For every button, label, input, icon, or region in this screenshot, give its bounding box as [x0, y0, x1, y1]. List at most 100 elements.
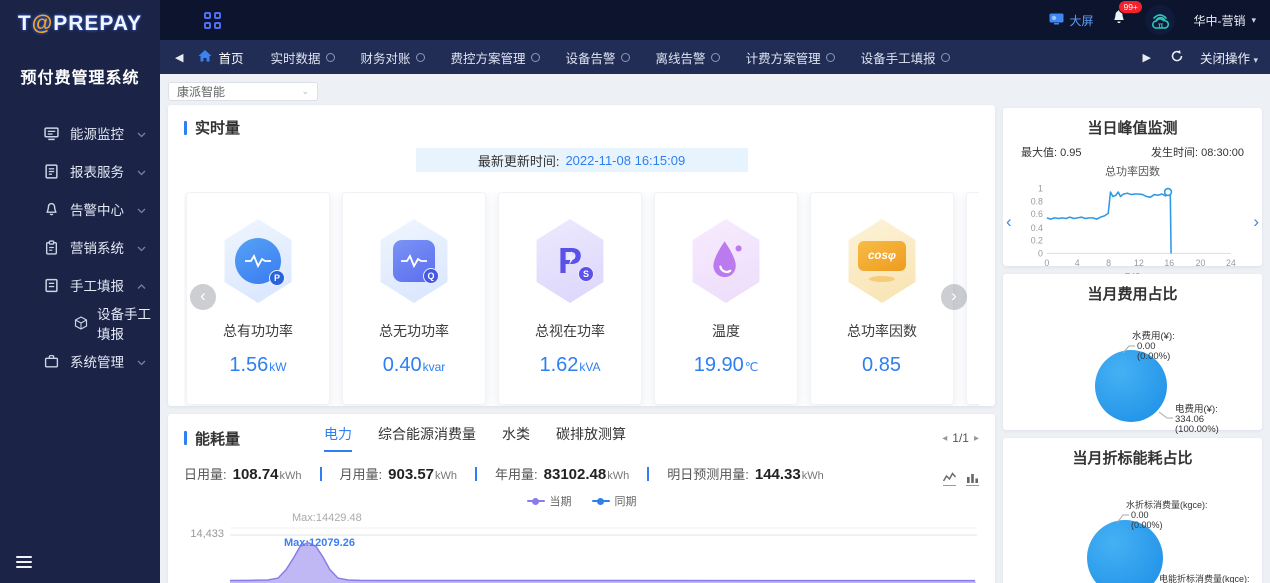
temperature-icon — [692, 219, 760, 303]
legend-current-period[interactable]: 当期 — [526, 493, 572, 509]
svg-text:0: 0 — [1044, 258, 1049, 268]
chevron-down-icon: ⌄ — [301, 86, 309, 96]
peak-next-arrow[interactable]: › — [1253, 212, 1259, 232]
big-screen-button[interactable]: 大屏 — [1049, 12, 1093, 29]
tab-label: 财务对账 — [360, 51, 411, 66]
metric-card-temperature: 温度 19.90℃ — [654, 192, 798, 405]
svg-text:0.6: 0.6 — [1030, 209, 1042, 219]
left-column: 康派智能 ⌄ 实时量 最新更新时间: 2022-11-08 16:15:09 P… — [168, 82, 995, 583]
tab-close-icon[interactable] — [710, 52, 720, 62]
section-accent-bar — [184, 120, 187, 135]
energy-pagination: ◂ 1/1 ▸ — [942, 431, 979, 445]
tab-close-icon[interactable] — [530, 52, 540, 62]
avatar[interactable]: π — [1145, 5, 1176, 35]
content: 康派智能 ⌄ 实时量 最新更新时间: 2022-11-08 16:15:09 P… — [160, 74, 1270, 583]
page-prev-icon[interactable]: ◂ — [942, 433, 947, 444]
home-icon — [198, 49, 212, 65]
coal-ratio-panel: 当月折标能耗占比 水折标消费量(kgce): 0.00 (0.00%) 电能折标… — [1003, 438, 1262, 583]
chevron-down-icon — [137, 164, 146, 179]
peak-stats: 最大值: 0.95 发生时间: 08:30:00 — [1013, 144, 1252, 160]
stat-divider — [319, 466, 322, 481]
metric-unit: ℃ — [744, 360, 759, 374]
user-name: 华中-营销 — [1193, 13, 1246, 28]
carousel-right-arrow[interactable]: › — [941, 284, 967, 310]
tab-close-icon[interactable] — [825, 52, 835, 62]
energy-tab-comprehensive[interactable]: 综合能源消费量 — [378, 424, 476, 452]
metric-label: 总无功功率 — [379, 323, 449, 339]
stat-monthly: 月用量: 903.57 kWh — [339, 466, 458, 483]
svg-text:0.4: 0.4 — [1030, 223, 1042, 233]
energy-tab-carbon[interactable]: 碳排放测算 — [556, 424, 626, 452]
tab-close-icon[interactable] — [940, 52, 950, 62]
update-time-label: 最新更新时间: — [477, 153, 560, 169]
svg-text:20: 20 — [1195, 258, 1205, 268]
chart-legend: 当期 同期 — [184, 493, 979, 509]
clipboard-icon — [44, 239, 59, 255]
sidebar-subitem-device-manual-entry[interactable]: 设备手工填报 — [0, 304, 160, 342]
sidebar-item-energy-monitor[interactable]: 能源监控 — [0, 114, 160, 152]
line-chart-icon[interactable] — [943, 472, 956, 486]
sidebar-item-label: 报表服务 — [70, 165, 124, 180]
tab-home[interactable]: 首页 — [198, 48, 243, 67]
update-time-banner: 最新更新时间: 2022-11-08 16:15:09 — [415, 148, 748, 172]
energy-tab-electricity[interactable]: 电力 — [324, 424, 353, 452]
tab-label: 设备手工填报 — [860, 51, 936, 66]
sidebar-item-label: 系统管理 — [70, 355, 124, 370]
page-next-icon[interactable]: ▸ — [974, 433, 979, 444]
tab-close-icon[interactable] — [620, 52, 630, 62]
tab-offline-alarm[interactable]: 离线告警 — [656, 48, 720, 67]
sidebar: T@PREPAY 预付费管理系统 能源监控 报表服务 告警中心 营销系统 手工填… — [0, 0, 160, 583]
carousel-left-arrow[interactable]: ‹ — [190, 284, 216, 310]
cube-icon — [74, 316, 88, 330]
energy-chart: 14,433 Max:14429.48 Max:12079.26 — [184, 512, 979, 583]
chevron-down-icon — [137, 240, 146, 255]
svg-text:(100.00%): (100.00%) — [1175, 424, 1219, 435]
legend-same-period[interactable]: 同期 — [591, 493, 637, 509]
svg-text:水折标消费量(kgce):: 水折标消费量(kgce): — [1126, 499, 1208, 510]
brand-logo: T@PREPAY — [0, 12, 160, 36]
peak-prev-arrow[interactable]: ‹ — [1006, 212, 1012, 232]
tabs-scroll-left-icon[interactable]: ◀ — [172, 51, 186, 64]
metric-card-partial — [966, 192, 979, 405]
sidebar-item-system-mgmt[interactable]: 系统管理 — [0, 342, 160, 380]
tab-close-icon[interactable] — [325, 52, 335, 62]
tab-close-icon[interactable] — [415, 52, 425, 62]
close-ops-menu[interactable]: 关闭操作 ▾ — [1200, 48, 1258, 67]
tab-device-alarm[interactable]: 设备告警 — [566, 48, 630, 67]
metric-card-power-factor: cosφ 总功率因数 0.85 — [810, 192, 954, 405]
tab-device-manual-entry[interactable]: 设备手工填报 — [861, 48, 950, 67]
tabs-scroll-right-icon[interactable]: ▶ — [1140, 51, 1154, 64]
sidebar-item-reports[interactable]: 报表服务 — [0, 152, 160, 190]
metric-value: 0.85 — [862, 354, 901, 376]
refresh-icon[interactable] — [1170, 49, 1184, 66]
metric-unit: kW — [269, 360, 287, 374]
stat-divider — [475, 466, 478, 481]
energy-tab-water[interactable]: 水类 — [502, 424, 530, 452]
user-menu[interactable]: 华中-营销 ▾ — [1193, 12, 1256, 29]
energy-area-chart — [230, 527, 977, 583]
coal-panel-title: 当月折标能耗占比 — [1072, 450, 1193, 467]
tab-realtime-data[interactable]: 实时数据 — [270, 48, 335, 67]
close-ops-label: 关闭操作 — [1199, 51, 1250, 66]
sidebar-item-label: 营销系统 — [70, 241, 124, 256]
big-screen-label: 大屏 — [1069, 13, 1094, 28]
chevron-up-icon — [137, 278, 146, 293]
main-area: 大屏 99+ π 华中-营销 ▾ ◀ 首页 实时数据 财务对账 费控方案管理 设… — [160, 0, 1270, 583]
apps-grid-icon[interactable] — [204, 11, 221, 29]
tab-fee-control-plan[interactable]: 费控方案管理 — [451, 48, 540, 67]
tab-billing-plan[interactable]: 计费方案管理 — [746, 48, 835, 67]
bar-chart-icon[interactable] — [966, 472, 979, 486]
sidebar-item-marketing[interactable]: 营销系统 — [0, 228, 160, 266]
sidebar-item-manual-entry[interactable]: 手工填报 — [0, 266, 160, 304]
svg-text:电能折标消费量(kgce):: 电能折标消费量(kgce): — [1159, 573, 1250, 583]
notification-bell-icon[interactable]: 99+ — [1111, 0, 1143, 31]
power-factor-icon: cosφ — [848, 219, 916, 303]
chart-type-toggle — [943, 472, 979, 486]
metric-card-apparent-power: PS 总视在功率 1.62kVA — [498, 192, 642, 405]
sidebar-collapse-icon[interactable] — [16, 553, 32, 571]
system-title: 预付费管理系统 — [20, 70, 140, 87]
tab-financial-reconciliation[interactable]: 财务对账 — [361, 48, 425, 67]
device-select[interactable]: 康派智能 ⌄ — [168, 82, 318, 101]
sidebar-item-alarm-center[interactable]: 告警中心 — [0, 190, 160, 228]
stat-yearly: 年用量: 83102.48 kWh — [495, 466, 630, 483]
